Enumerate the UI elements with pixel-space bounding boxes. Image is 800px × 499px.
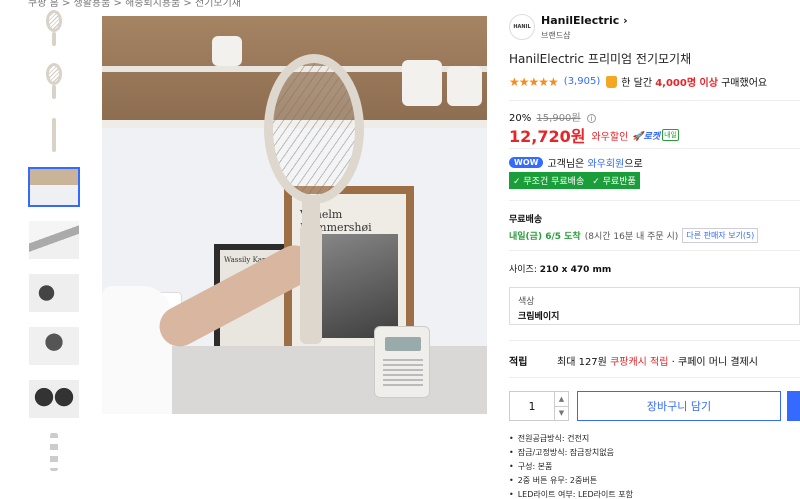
- option-value: 크림베이지: [518, 312, 560, 322]
- buy-now-button[interactable]: [787, 391, 800, 421]
- shipping-row: 내일(금) 6/5 도착 (8시간 16분 내 주문 시) 다른 판매자 보기(…: [509, 228, 759, 243]
- divider: [509, 200, 800, 201]
- decrement-icon[interactable]: ▼: [555, 407, 568, 421]
- racket-handle: [300, 224, 322, 344]
- divider: [509, 148, 800, 149]
- wow-badge: WOW: [509, 157, 544, 168]
- rating-row: ★★★★★ (3,905) 한 달간 4,000명 이상 구매했어요: [509, 74, 768, 90]
- thumbnail-3[interactable]: [28, 114, 80, 154]
- rocket-icon: 🚀: [632, 131, 644, 142]
- purchase-count: 한 달간 4,000명 이상 구매했어요: [621, 78, 768, 89]
- rocket-tomorrow-badge: 내일: [662, 129, 679, 141]
- wow-member-row: WOW 고객님은 와우회원으로: [509, 155, 643, 170]
- size-row: 사이즈: 210 x 470 mm: [509, 262, 611, 275]
- add-to-cart-button[interactable]: 장바구니 담기: [577, 391, 781, 421]
- shipping-label: 무료배송: [509, 215, 543, 225]
- product-title: HanilElectric 프리미엄 전기모기채: [509, 52, 692, 66]
- shipping-date: 내일(금) 6/5 도착: [509, 232, 581, 242]
- rocket-delivery-badge: 🚀로켓: [632, 131, 661, 142]
- thumbnail-7[interactable]: [28, 326, 80, 366]
- brand-name-link[interactable]: HanilElectric ›: [541, 14, 628, 27]
- reward-text: 최대 127원 쿠팡캐시 적립 · 쿠페이 머니 결제시: [557, 357, 758, 368]
- reward-row: 적립 최대 127원 쿠팡캐시 적립 · 쿠페이 머니 결제시: [509, 353, 758, 368]
- increment-icon[interactable]: ▲: [555, 392, 568, 407]
- thumbnail-2[interactable]: [28, 61, 80, 101]
- spec-item: 전원공급방식: 건전지: [509, 433, 633, 444]
- chevron-right-icon: ›: [619, 14, 628, 27]
- thumbnail-5[interactable]: [28, 220, 80, 260]
- spec-item: 2중 버튼 유무: 2중버튼: [509, 475, 633, 486]
- thumbnail-1[interactable]: [28, 8, 80, 48]
- mug: [402, 60, 442, 106]
- option-label: 색상: [518, 297, 535, 307]
- cash-reward-link[interactable]: 쿠팡캐시 적립: [610, 357, 668, 368]
- benefit-row: ✓ 무조건 무료배송 ✓ 무료반품: [509, 172, 640, 189]
- other-sellers-button[interactable]: 다른 판매자 보기(5): [682, 228, 759, 243]
- spec-item: 잠금/고정방식: 잠금장치없음: [509, 447, 633, 458]
- spec-list: 전원공급방식: 건전지 잠금/고정방식: 잠금장치없음 구성: 본품 2중 버튼…: [509, 433, 633, 499]
- info-icon[interactable]: i: [586, 114, 596, 123]
- thumbnail-8[interactable]: [28, 379, 80, 419]
- size-label: 사이즈:: [509, 265, 537, 275]
- thumbnail-list: [28, 8, 82, 485]
- free-return-badge: ✓ 무료반품: [588, 172, 640, 189]
- wow-sale-label: 와우할인: [591, 131, 629, 143]
- divider: [509, 250, 800, 251]
- star-rating-icon: ★★★★★: [509, 74, 559, 89]
- quantity-input[interactable]: 1: [510, 392, 554, 420]
- size-value: 210 x 470 mm: [539, 265, 612, 275]
- shopping-bag-icon: [606, 75, 618, 88]
- divider: [509, 100, 800, 101]
- radio: [374, 326, 430, 398]
- divider: [509, 340, 800, 341]
- racket-head: [264, 54, 364, 204]
- review-count-link[interactable]: (3,905): [564, 76, 600, 87]
- sale-price: 12,720원: [509, 127, 586, 146]
- discount-row: 20% 15,900원 i: [509, 109, 596, 124]
- color-option-selector[interactable]: 색상 크림베이지: [509, 287, 800, 325]
- spec-item: 구성: 본품: [509, 461, 633, 472]
- brand-logo[interactable]: HANIL: [509, 14, 535, 40]
- spec-item: LED라이트 여부: LED라이트 포함: [509, 489, 633, 499]
- price-row: 12,720원 와우할인 🚀로켓 내일: [509, 123, 679, 147]
- thumbnail-6[interactable]: [28, 273, 80, 313]
- quantity-stepper: 1 ▲ ▼: [509, 391, 569, 421]
- main-product-image[interactable]: Wassily Kandinsky Vilhelm Hammershøi: [102, 16, 487, 414]
- jar: [212, 36, 242, 66]
- free-shipping-badge: ✓ 무조건 무료배송: [509, 172, 589, 189]
- thumbnail-9[interactable]: [28, 432, 80, 472]
- thumbnail-4-selected[interactable]: [28, 167, 80, 207]
- wow-text: 고객님은 와우회원으로: [547, 159, 643, 170]
- brand-shop-label[interactable]: 브랜드샵: [541, 30, 570, 41]
- divider: [509, 377, 800, 378]
- reward-label: 적립: [509, 357, 528, 368]
- sleeve: [102, 286, 172, 414]
- shipping-note: (8시간 16분 내 주문 시): [584, 232, 679, 242]
- mug: [447, 66, 482, 106]
